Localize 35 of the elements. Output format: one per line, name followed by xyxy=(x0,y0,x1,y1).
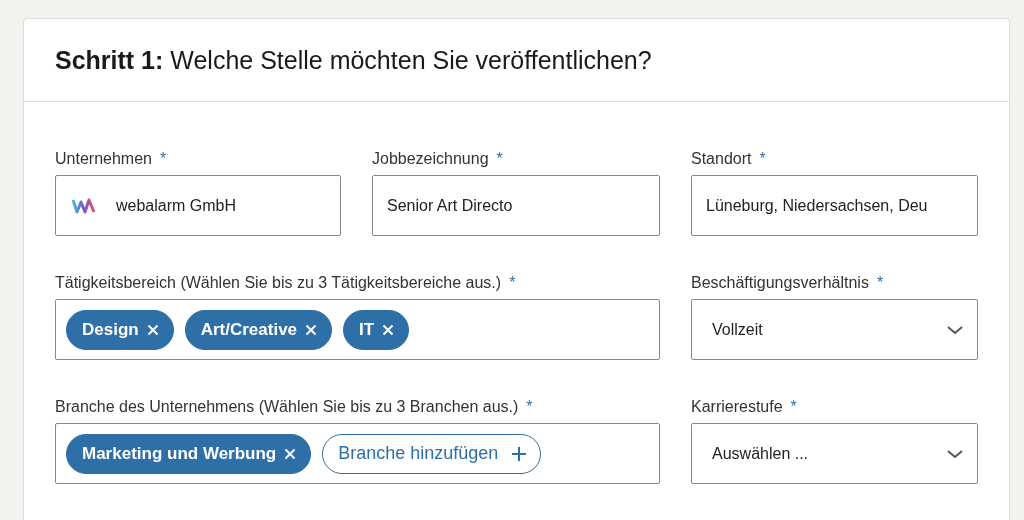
tag-chip[interactable]: Marketing und Werbung xyxy=(66,433,312,474)
add-industry-button[interactable]: Branche hinzufügen xyxy=(322,433,542,474)
field-label: Jobbezeichnung xyxy=(372,150,489,167)
required-mark: * xyxy=(790,398,797,415)
tag-chip[interactable]: Design xyxy=(66,309,174,350)
required-mark: * xyxy=(526,398,533,415)
close-icon xyxy=(305,323,318,336)
field-label: Unternehmen xyxy=(55,150,152,167)
input-field[interactable]: webalarm GmbH xyxy=(55,175,341,236)
close-icon xyxy=(146,323,159,336)
company-logo-icon xyxy=(72,197,96,214)
close-icon xyxy=(382,323,395,336)
tag-field[interactable]: Marketing und Werbung Branche hinzufügen xyxy=(55,423,660,484)
chevron-down-icon xyxy=(947,324,963,335)
dropdown[interactable]: Auswählen ... xyxy=(691,423,978,484)
required-mark: * xyxy=(496,150,503,167)
plus-icon xyxy=(512,446,527,461)
chevron-down-icon xyxy=(947,448,963,459)
input-field[interactable]: Senior Art Directo xyxy=(372,175,660,236)
required-mark: * xyxy=(159,150,167,167)
field-label: Beschäftigungsverhältnis xyxy=(691,274,869,291)
tag-chip[interactable]: Art/Creative xyxy=(184,309,333,350)
required-mark: * xyxy=(876,274,884,291)
field-label: Branche des Unternehmens (Wählen Sie bis zu 3 Branchen aus.) xyxy=(55,398,519,415)
tag-field[interactable]: Design Art/Creative IT xyxy=(55,299,660,360)
required-mark: * xyxy=(509,274,516,291)
field-label: Karrierestufe xyxy=(691,398,783,415)
tag-chip[interactable]: IT xyxy=(343,309,410,350)
field-label: Tätigkeitsbereich (Wählen Sie bis zu 3 Tätigkeitsbereiche aus.) xyxy=(55,274,502,291)
field-label: Standort xyxy=(691,150,752,167)
step-heading: Schritt 1: Welche Stelle möchten Sie veröffentlichen? xyxy=(55,45,652,75)
input-field[interactable]: Lüneburg, Niedersachsen, Deu xyxy=(691,175,978,236)
close-icon xyxy=(284,447,297,460)
required-mark: * xyxy=(759,150,766,167)
dropdown[interactable]: Vollzeit xyxy=(691,299,978,360)
